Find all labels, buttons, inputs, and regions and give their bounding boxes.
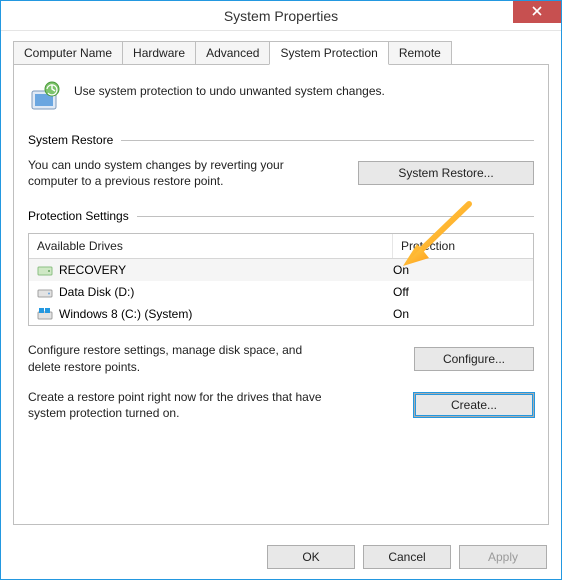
system-properties-window: System Properties Computer Name Hardware… [0,0,562,580]
create-button[interactable]: Create... [414,393,534,417]
system-restore-button[interactable]: System Restore... [358,161,534,185]
close-button[interactable] [513,1,561,23]
group-title-settings: Protection Settings [28,209,129,223]
tab-computer-name[interactable]: Computer Name [13,41,123,64]
group-title-restore: System Restore [28,133,113,147]
divider [137,216,534,217]
divider [121,140,534,141]
windows-drive-icon [37,306,53,322]
table-row[interactable]: RECOVERY On [29,259,533,281]
configure-button[interactable]: Configure... [414,347,534,371]
system-restore-icon [28,79,64,115]
intro-text: Use system protection to undo unwanted s… [74,79,385,100]
drive-protection: On [393,263,525,277]
titlebar: System Properties [1,1,561,31]
create-row: Create a restore point right now for the… [28,389,534,421]
table-row[interactable]: Data Disk (D:) Off [29,281,533,303]
tab-strip: Computer Name Hardware Advanced System P… [13,41,549,65]
dialog-content: Computer Name Hardware Advanced System P… [1,31,561,535]
table-header: Available Drives Protection [29,234,533,259]
tab-panel-system-protection: Use system protection to undo unwanted s… [13,65,549,525]
drive-protection: Off [393,285,525,299]
drive-protection: On [393,307,525,321]
drive-name: RECOVERY [59,263,126,277]
ok-button[interactable]: OK [267,545,355,569]
group-header-settings: Protection Settings [28,209,534,223]
group-header-restore: System Restore [28,133,534,147]
column-header-protection[interactable]: Protection [393,234,533,258]
drive-name: Windows 8 (C:) (System) [59,307,192,321]
drive-icon [37,262,53,278]
apply-button[interactable]: Apply [459,545,547,569]
configure-row: Configure restore settings, manage disk … [28,342,534,374]
tab-system-protection[interactable]: System Protection [269,41,388,65]
table-body: RECOVERY On Data Disk (D:) Off [29,259,533,325]
drives-table: Available Drives Protection RECOVERY On [28,233,534,326]
column-header-drives[interactable]: Available Drives [29,234,393,258]
window-title: System Properties [224,8,338,24]
drive-name: Data Disk (D:) [59,285,134,299]
create-description: Create a restore point right now for the… [28,389,328,421]
close-icon [532,5,542,19]
table-row[interactable]: Windows 8 (C:) (System) On [29,303,533,325]
restore-row: You can undo system changes by reverting… [28,157,534,189]
disk-icon [37,284,53,300]
tab-advanced[interactable]: Advanced [195,41,270,64]
cancel-button[interactable]: Cancel [363,545,451,569]
restore-description: You can undo system changes by reverting… [28,157,288,189]
configure-description: Configure restore settings, manage disk … [28,342,328,374]
dialog-footer: OK Cancel Apply [267,545,547,569]
tab-remote[interactable]: Remote [388,41,452,64]
intro-row: Use system protection to undo unwanted s… [28,79,534,115]
tab-hardware[interactable]: Hardware [122,41,196,64]
